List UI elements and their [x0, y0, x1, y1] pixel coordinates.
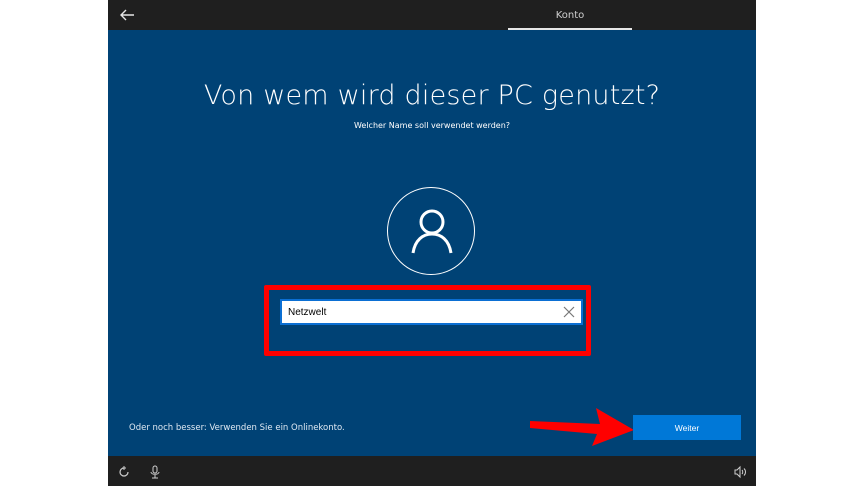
tab-underline: [508, 28, 632, 30]
avatar: [387, 187, 475, 275]
user-icon: [411, 209, 453, 254]
microphone-icon[interactable]: [148, 464, 162, 479]
name-input[interactable]: [288, 303, 548, 321]
bottom-bar: [108, 456, 756, 486]
red-arrow-annotation: [530, 408, 634, 446]
next-button[interactable]: Weiter: [633, 415, 741, 440]
close-icon[interactable]: [562, 304, 576, 320]
name-field[interactable]: [280, 299, 583, 325]
page-subtitle: Welcher Name soll verwendet werden?: [353, 121, 511, 130]
setup-screen: Konto Von wem wird dieser PC genutzt? We…: [108, 0, 756, 486]
top-bar: Konto: [108, 0, 756, 30]
page-title: Von wem wird dieser PC genutzt?: [203, 80, 661, 111]
online-account-link[interactable]: Oder noch besser: Verwenden Sie ein Onli…: [129, 423, 345, 433]
tab-konto: Konto: [555, 9, 585, 21]
volume-icon[interactable]: [733, 464, 747, 479]
ease-of-access-icon[interactable]: [117, 464, 131, 478]
arrow-left-icon[interactable]: [116, 5, 138, 25]
